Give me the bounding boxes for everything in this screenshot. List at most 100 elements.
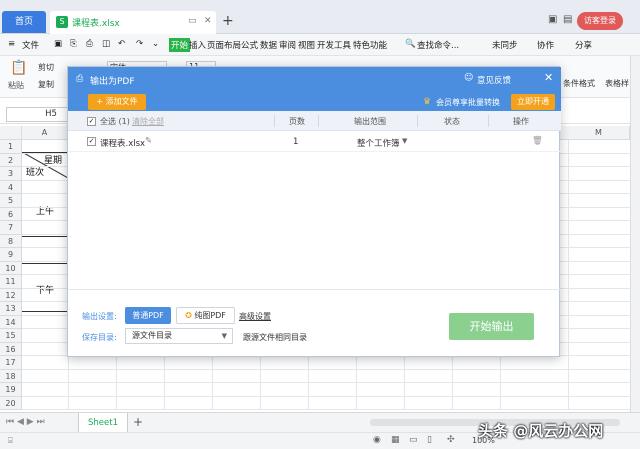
window-tab-bar: 首页 S 课程表.xlsx ▭ ✕ + ▣ ▤ 访客登录 [0, 0, 640, 34]
row-header[interactable]: 10 [0, 261, 22, 275]
preview-icon[interactable]: ◫ [102, 39, 110, 49]
chevron-down-icon[interactable]: ▼ [402, 137, 407, 145]
open-vip-button[interactable]: 立即开通 [511, 94, 555, 110]
row-header[interactable]: 3 [0, 167, 22, 181]
image-pdf-button[interactable]: ✪ 纯图PDF [176, 307, 235, 324]
undo-icon[interactable]: ↶ [118, 39, 125, 49]
column-header-a[interactable]: A [22, 126, 68, 140]
row-header[interactable]: 17 [0, 356, 22, 370]
vertical-scrollbar[interactable] [630, 56, 640, 412]
tab-home[interactable]: 首页 [2, 11, 46, 33]
pdf-export-icon: ⎙ [76, 74, 84, 84]
row-header[interactable]: 9 [0, 248, 22, 262]
hamburger-icon[interactable]: ≡ [8, 39, 15, 49]
tab-file[interactable]: S 课程表.xlsx ▭ ✕ [50, 11, 216, 34]
header-status: 状态 [444, 117, 460, 126]
conditional-format-button[interactable]: 条件格式 [563, 78, 595, 89]
row-header[interactable]: 19 [0, 383, 22, 397]
sheet-nav-icons[interactable]: ⏮ ◀ ▶ ⏭ [6, 417, 45, 427]
save-dir-label: 保存目录: [82, 333, 117, 342]
menu-insert[interactable]: 插入 [189, 39, 206, 51]
row-header[interactable]: 8 [0, 234, 22, 248]
save-dir-select[interactable]: 源文件目录 ▼ [125, 328, 233, 344]
delete-icon[interactable]: 🗑 [532, 136, 543, 146]
row-header[interactable]: 18 [0, 369, 22, 383]
row-header[interactable]: 4 [0, 180, 22, 194]
spreadsheet-file-icon: S [56, 16, 68, 28]
menu-view[interactable]: 视图 [298, 39, 315, 51]
grid-line [22, 382, 630, 383]
row-header[interactable]: 14 [0, 315, 22, 329]
row-header[interactable]: 16 [0, 342, 22, 356]
window-layout-icon[interactable]: ▣ [548, 14, 557, 25]
row-header[interactable]: 12 [0, 288, 22, 302]
menu-features[interactable]: 特色功能 [353, 39, 387, 51]
table-border-mid2 [22, 263, 68, 264]
page-layout-icon[interactable]: ▭ [409, 435, 418, 445]
more-icon[interactable]: ⌄ [152, 39, 159, 49]
sync-status[interactable]: 未同步 [492, 39, 518, 51]
feedback-link[interactable]: 意见反馈 [477, 74, 511, 86]
menu-start[interactable]: 开始 [169, 38, 191, 52]
row-header[interactable]: 1 [0, 140, 22, 154]
table-style-button[interactable]: 表格样 [605, 78, 629, 89]
reading-icon[interactable]: ✣ [447, 435, 455, 445]
menu-developer[interactable]: 开发工具 [317, 39, 351, 51]
select-all-label[interactable]: 全选 (1) [100, 116, 130, 127]
row-header[interactable]: 20 [0, 396, 22, 410]
row-header[interactable]: 13 [0, 302, 22, 316]
save-icon[interactable]: ▣ [54, 39, 62, 49]
header-separator [488, 115, 489, 127]
row-header[interactable]: 11 [0, 275, 22, 289]
grid-line [22, 409, 630, 410]
menu-file[interactable]: 文件 [22, 39, 39, 51]
collab-button[interactable]: 协作 [537, 39, 554, 51]
rename-icon[interactable]: ✎ [145, 136, 152, 146]
print-icon[interactable]: ⎙ [86, 39, 93, 49]
page-break-icon[interactable]: ▯ [427, 435, 432, 445]
add-file-button[interactable]: + 添加文件 [88, 94, 146, 110]
row-header[interactable]: 5 [0, 194, 22, 208]
file-row-checkbox[interactable]: ✓ [87, 137, 96, 146]
start-export-button[interactable]: 开始输出 [449, 313, 534, 340]
new-tab-icon[interactable]: + [222, 13, 234, 29]
normal-view-icon[interactable]: ▦ [391, 435, 400, 445]
copy-button[interactable]: 复制 [38, 79, 54, 90]
macro-icon[interactable]: ⌸ [8, 436, 13, 446]
paste-icon[interactable]: 📋 [10, 60, 27, 76]
row-header[interactable]: 7 [0, 221, 22, 235]
search-command[interactable]: 查找命令... [417, 39, 459, 51]
row-header[interactable]: 6 [0, 207, 22, 221]
file-range-select[interactable]: 整个工作簿 [357, 137, 400, 149]
corner-header[interactable] [0, 126, 22, 140]
row-header[interactable]: 15 [0, 329, 22, 343]
search-icon[interactable]: 🔍 [405, 39, 416, 49]
visitor-login-button[interactable]: 访客登录 [577, 12, 623, 30]
select-all-checkbox[interactable]: ✓ [87, 117, 96, 126]
share-button[interactable]: 分享 [575, 39, 592, 51]
tab-close-icon[interactable]: ✕ [204, 16, 212, 26]
same-dir-option[interactable]: 跟源文件相同目录 [243, 332, 307, 343]
file-row[interactable]: ✓ 课程表.xlsx ✎ 1 整个工作簿 ▼ 🗑 [68, 132, 561, 152]
eye-icon[interactable]: ◉ [373, 435, 381, 445]
cut-button[interactable]: 剪切 [38, 62, 54, 73]
redo-icon[interactable]: ↷ [136, 39, 143, 49]
menu-page-layout[interactable]: 页面布局 [207, 39, 241, 51]
feedback-icon[interactable]: ☺ [464, 73, 473, 83]
column-header-m[interactable]: M [568, 126, 630, 140]
menu-formula[interactable]: 公式 [241, 39, 258, 51]
sheet-tab-sheet1[interactable]: Sheet1 [78, 413, 128, 433]
normal-pdf-button[interactable]: 普通PDF [125, 307, 171, 324]
advanced-settings-link[interactable]: 高级设置 [239, 311, 271, 322]
table-border-mid [22, 236, 68, 237]
monitor-icon[interactable]: ▭ [188, 16, 197, 26]
close-icon[interactable]: ✕ [544, 71, 553, 84]
export-icon[interactable]: ⎘ [70, 39, 77, 49]
menu-data[interactable]: 数据 [260, 39, 277, 51]
add-sheet-icon[interactable]: + [133, 415, 143, 429]
paste-label[interactable]: 粘贴 [8, 80, 24, 91]
skin-icon[interactable]: ▤ [563, 14, 572, 25]
clear-all-link[interactable]: 清除全部 [132, 116, 164, 127]
menu-review[interactable]: 审阅 [279, 39, 296, 51]
row-header[interactable]: 2 [0, 153, 22, 167]
